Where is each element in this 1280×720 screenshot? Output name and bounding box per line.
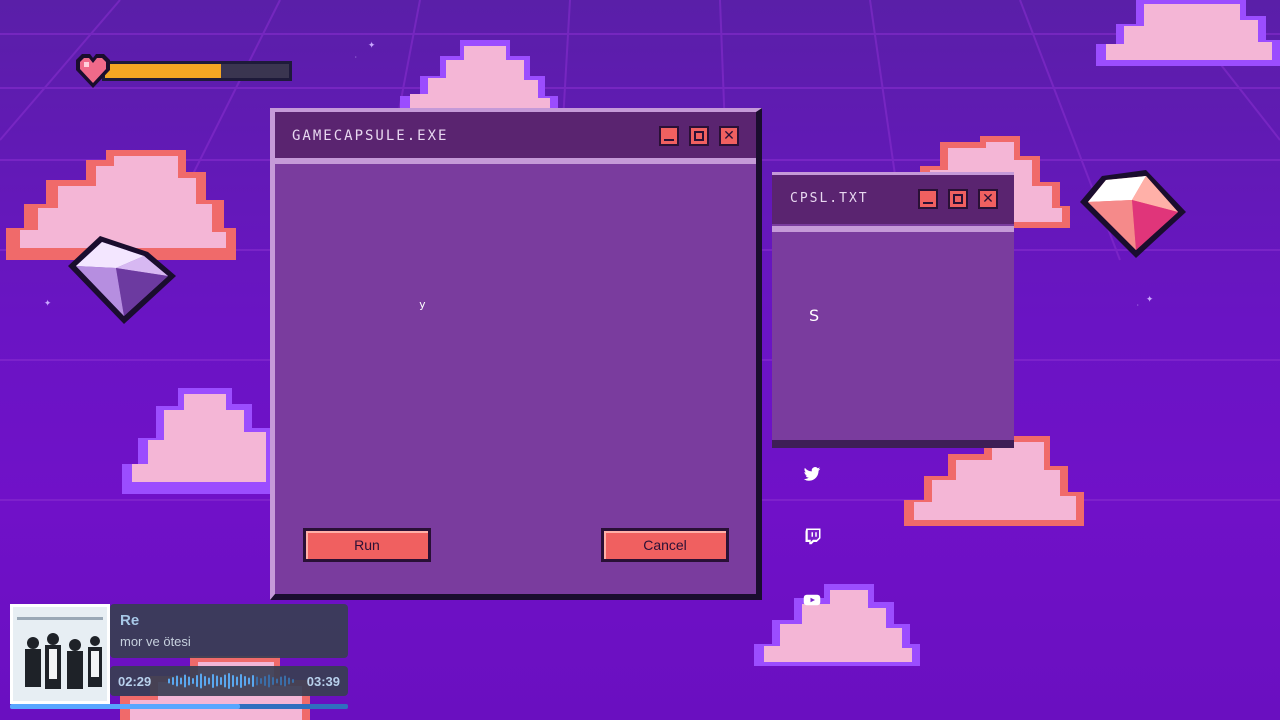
cloud-top-center: [400, 40, 558, 114]
maximize-icon: [694, 131, 704, 141]
waveform-bar: [240, 674, 242, 688]
twitter-icon[interactable]: [803, 465, 821, 483]
waveform-visualizer: [168, 673, 294, 689]
window-content-text: S: [809, 306, 820, 325]
total-time: 03:39: [306, 674, 340, 689]
waveform-bar: [196, 675, 198, 687]
sparkle-icon: ✦: [1146, 291, 1154, 305]
minimize-button[interactable]: [918, 189, 938, 209]
waveform-bar: [192, 678, 194, 684]
window-titlebar[interactable]: GAMECAPSULE.EXE ✕: [275, 112, 756, 158]
waveform-bar: [280, 676, 282, 686]
window-bottom-edge: [772, 440, 1014, 448]
artist-name: mor ve ötesi: [120, 634, 191, 649]
waveform-bar: [276, 678, 278, 684]
waveform-bar: [284, 675, 286, 687]
now-playing-widget: Re mor ve ötesi 02:29 03:39: [10, 604, 350, 712]
close-icon: ✕: [982, 191, 994, 207]
minimize-icon: [923, 202, 933, 204]
waveform-bar: [272, 677, 274, 685]
gem-left: [68, 236, 176, 324]
album-cover: [10, 604, 110, 704]
gamecapsule-window: GAMECAPSULE.EXE ✕ y Run Cancel: [270, 108, 762, 600]
cloud-bottom-center: [754, 584, 920, 666]
waveform-bar: [184, 674, 186, 688]
elapsed-time: 02:29: [118, 674, 152, 689]
waveform-bar: [244, 676, 246, 686]
close-button[interactable]: ✕: [719, 126, 739, 146]
waveform-bar: [204, 676, 206, 686]
maximize-button[interactable]: [689, 126, 709, 146]
waveform-bar: [216, 675, 218, 687]
waveform-bar: [252, 675, 254, 687]
cancel-button[interactable]: Cancel: [601, 528, 729, 562]
song-title: Re: [120, 612, 140, 629]
title-separator: [275, 158, 756, 164]
waveform-bar: [188, 676, 190, 686]
waveform-bar: [264, 676, 266, 686]
waveform-bar: [228, 673, 230, 689]
waveform-bar: [268, 674, 270, 688]
close-button[interactable]: ✕: [978, 189, 998, 209]
window-title: CPSL.TXT: [790, 191, 869, 206]
waveform-bar: [172, 677, 174, 685]
cloud-top-right: [1096, 0, 1280, 66]
waveform-bar: [288, 677, 290, 685]
cloud-right-coral-bottom: [904, 436, 1084, 526]
sparkle-icon: ✦: [368, 37, 376, 51]
minimize-button[interactable]: [659, 126, 679, 146]
gem-right: [1080, 170, 1186, 258]
title-separator: [772, 226, 1014, 232]
close-icon: ✕: [723, 128, 735, 144]
album-art-image: [13, 607, 107, 701]
track-info: Re mor ve ötesi: [110, 604, 348, 658]
waveform-bar: [256, 676, 258, 686]
sparkle-icon: ·: [1136, 302, 1140, 309]
cpsl-window: CPSL.TXT ✕ S: [772, 172, 1014, 448]
waveform-bar: [212, 674, 214, 688]
health-bar-fill: [105, 64, 221, 78]
waveform-bar: [200, 673, 202, 689]
waveform-bar: [260, 678, 262, 684]
run-button[interactable]: Run: [303, 528, 431, 562]
youtube-icon[interactable]: [803, 591, 821, 609]
waveform-bar: [220, 677, 222, 685]
playback-progress-fill: [10, 704, 240, 709]
window-content-text: y: [419, 298, 426, 311]
waveform-bar: [208, 677, 210, 685]
waveform-bar: [232, 675, 234, 687]
waveform-bar: [236, 676, 238, 686]
maximize-button[interactable]: [948, 189, 968, 209]
maximize-icon: [953, 194, 963, 204]
waveform-bar: [292, 679, 294, 683]
track-time-bar: 02:29 03:39: [110, 666, 348, 696]
heart-icon: [76, 54, 110, 88]
window-titlebar[interactable]: CPSL.TXT ✕: [772, 172, 1014, 224]
waveform-bar: [248, 677, 250, 685]
cloud-left-violet: [122, 388, 272, 494]
sparkle-icon: ·: [354, 54, 358, 61]
health-bar-track: [102, 61, 292, 81]
waveform-bar: [224, 674, 226, 688]
playback-progress-bar[interactable]: [10, 704, 348, 709]
waveform-bar: [180, 677, 182, 685]
sparkle-icon: ✦: [44, 295, 52, 309]
twitch-icon[interactable]: [804, 527, 822, 545]
waveform-bar: [168, 678, 170, 684]
window-title: GAMECAPSULE.EXE: [292, 128, 449, 144]
waveform-bar: [176, 675, 178, 687]
health-bar: [72, 52, 296, 90]
minimize-icon: [664, 139, 674, 141]
